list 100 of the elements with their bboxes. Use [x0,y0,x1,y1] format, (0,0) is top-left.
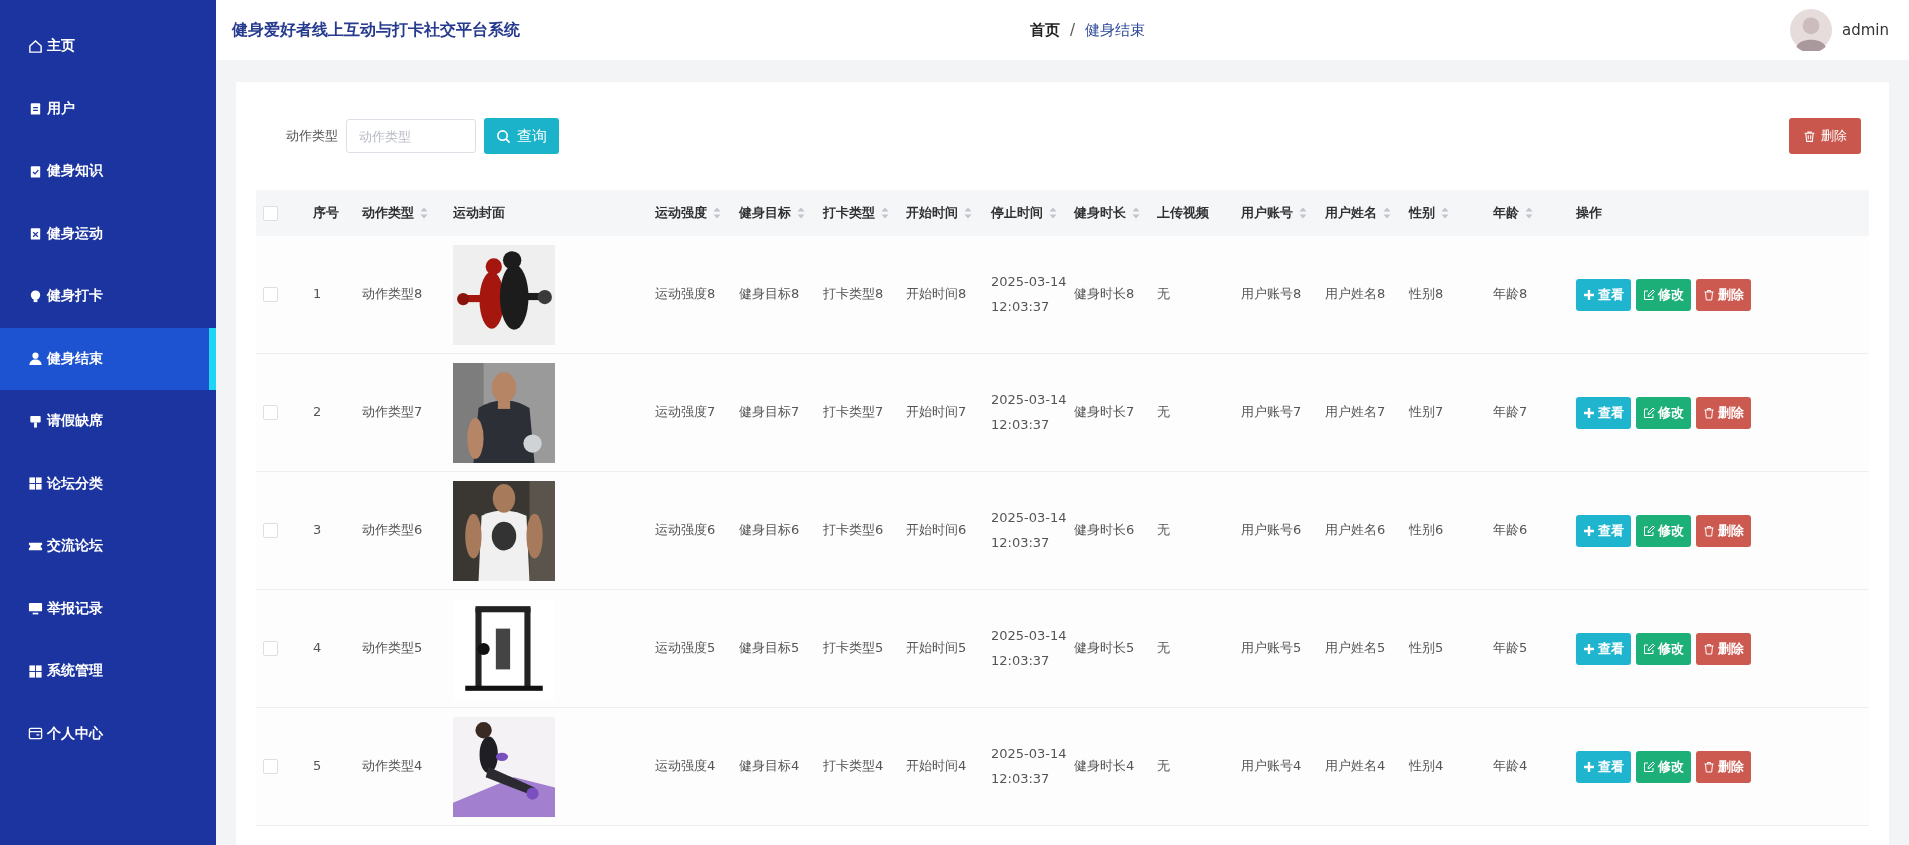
sort-icon[interactable] [797,207,805,219]
table-cell-text: 性别7 [1409,403,1444,422]
row-checkbox[interactable] [263,405,278,420]
sort-icon[interactable] [1132,207,1140,219]
table-cell-text: 健身时长8 [1074,285,1135,304]
plus-icon [1583,524,1595,537]
sort-icon[interactable] [1525,207,1533,219]
table-cell-text: 打卡类型8 [823,285,884,304]
avatar[interactable] [1790,9,1832,51]
table-cell-text: 年龄4 [1493,757,1528,776]
table-cell-text: 5 [313,757,322,776]
grid-icon [28,663,43,679]
breadcrumb-item[interactable]: 首页 [1030,20,1060,40]
row-checkbox[interactable] [263,523,278,538]
delete-button[interactable]: 删除 [1696,632,1751,665]
sidebar-item[interactable]: 健身运动 [0,202,216,265]
table-cell-text: 年龄7 [1493,403,1528,422]
sidebar-item[interactable]: 健身打卡 [0,265,216,328]
table-cell-text: 运动强度8 [655,285,716,304]
row-checkbox[interactable] [263,641,278,656]
table-cell-text: 无 [1157,757,1170,776]
column-header[interactable]: 停止时间 [991,204,1043,222]
table-cell-text: 动作类型4 [362,757,423,776]
delete-button[interactable]: 删除 [1696,396,1751,429]
table-cell-text: 开始时间8 [906,285,967,304]
card-icon [28,726,43,742]
sort-icon[interactable] [1441,207,1449,219]
clipboard-icon [28,226,43,242]
sidebar-item[interactable]: 论坛分类 [0,452,216,515]
select-all-checkbox[interactable] [263,205,278,221]
edit-icon [1643,760,1655,773]
sidebar-item[interactable]: 健身结束 [0,327,216,390]
sidebar-item[interactable]: 健身知识 [0,140,216,203]
grid-icon [28,476,43,492]
table-cell-text: 用户姓名4 [1325,757,1386,776]
trash-icon [1703,760,1715,773]
sort-icon[interactable] [420,207,428,219]
table-cell-text: 年龄8 [1493,285,1528,304]
column-header[interactable]: 性别 [1409,204,1435,222]
table-cell-text: 用户账号5 [1241,639,1302,658]
table-cell-text: 健身目标5 [739,639,800,658]
delete-button[interactable]: 删除 [1696,750,1751,783]
table-cell-text: 性别8 [1409,285,1444,304]
column-header[interactable]: 动作类型 [362,204,414,222]
monitor-icon [28,601,43,617]
column-header[interactable]: 运动强度 [655,204,707,222]
sort-icon[interactable] [713,207,721,219]
table-cell-text: 1 [313,285,322,304]
table-cell-text: 动作类型8 [362,285,423,304]
sidebar-item[interactable]: 交流论坛 [0,515,216,578]
table-cell-text: 健身目标4 [739,757,800,776]
sidebar-item[interactable]: 系统管理 [0,640,216,703]
table-cell-text: 无 [1157,521,1170,540]
trash-icon [1703,406,1715,419]
sort-icon[interactable] [1383,207,1391,219]
column-header: 操作 [1576,204,1602,222]
sidebar-item[interactable]: 举报记录 [0,577,216,640]
trash-icon [1803,129,1816,143]
table-cell-text: 打卡类型5 [823,639,884,658]
clipboard-icon [28,101,43,117]
column-header[interactable]: 年龄 [1493,204,1519,222]
row-checkbox[interactable] [263,759,278,774]
column-header[interactable]: 用户姓名 [1325,204,1377,222]
column-header: 运动封面 [453,204,505,222]
table-cell-text: 开始时间7 [906,403,967,422]
sidebar-item[interactable]: 主页 [0,15,216,78]
table-cell-text: 用户账号6 [1241,521,1302,540]
table-cell-text: 运动强度6 [655,521,716,540]
table-cell-text: 健身时长6 [1074,521,1135,540]
delete-button[interactable]: 删除 [1696,514,1751,547]
sort-icon[interactable] [881,207,889,219]
column-header[interactable]: 健身时长 [1074,204,1126,222]
search-field[interactable]: 动作类型 [346,119,476,153]
table-cell-text: 性别5 [1409,639,1444,658]
table-cell-text: 运动强度7 [655,403,716,422]
delete-button[interactable]: 删除 [1696,278,1751,311]
table-cell-text: 打卡类型6 [823,521,884,540]
sort-icon[interactable] [1299,207,1307,219]
row-checkbox[interactable] [263,287,278,302]
table-cell-text: 开始时间6 [906,521,967,540]
table-cell-text: 健身时长4 [1074,757,1135,776]
table-cell-text: 用户姓名8 [1325,285,1386,304]
column-header[interactable]: 用户账号 [1241,204,1293,222]
column-header[interactable]: 健身目标 [739,204,791,222]
sort-icon[interactable] [1049,207,1057,219]
table-cell-text: 2025-03-14 12:03:37 [991,744,1067,788]
sidebar-item[interactable]: 用户 [0,77,216,140]
sort-icon[interactable] [964,207,972,219]
user-name[interactable]: admin [1842,21,1889,39]
delete-button[interactable]: 删除 [1789,118,1861,154]
column-header[interactable]: 开始时间 [906,204,958,222]
sidebar-item[interactable]: 个人中心 [0,702,216,765]
plus-icon [1583,760,1595,773]
table-cell-text: 年龄6 [1493,521,1528,540]
breadcrumb-separator: / [1070,20,1076,40]
column-header[interactable]: 打卡类型 [823,204,875,222]
table-cell-text: 无 [1157,403,1170,422]
table-cell-text: 2025-03-14 12:03:37 [991,390,1067,434]
bulb-icon [28,288,43,304]
sidebar-item[interactable]: 请假缺席 [0,390,216,453]
